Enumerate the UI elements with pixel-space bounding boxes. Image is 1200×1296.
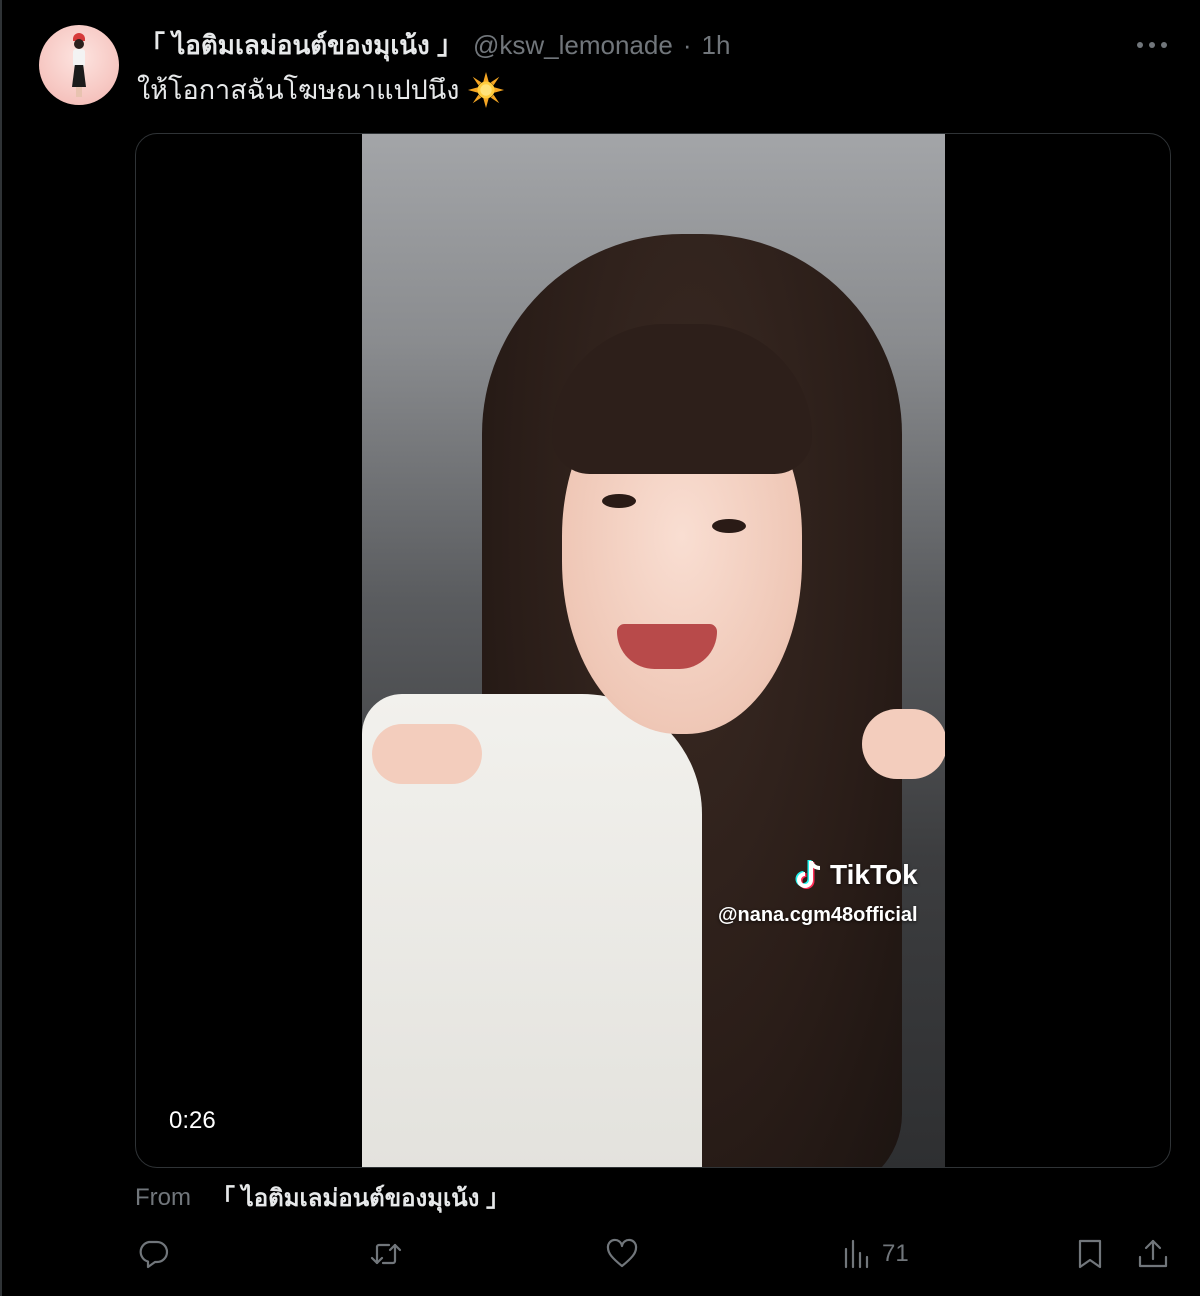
share-icon: [1138, 1239, 1168, 1268]
video-subject-eye: [712, 519, 746, 533]
bookmark-icon: [1078, 1239, 1102, 1269]
from-label: From: [135, 1183, 191, 1211]
tweet-timestamp[interactable]: 1h: [701, 30, 730, 61]
share-button[interactable]: [1136, 1234, 1170, 1274]
retweet-button[interactable]: [369, 1234, 403, 1274]
video-subject-hand: [862, 709, 945, 779]
video-duration: 0:26: [169, 1107, 216, 1134]
header-separator: ·: [682, 29, 692, 60]
sun-emoji-icon: [468, 71, 505, 108]
tiktok-logo-icon: [795, 860, 821, 889]
video-source: From 「 ไอติมเลม่อนต์ของมุเน้ง 」: [135, 1178, 510, 1217]
tiktok-watermark: TikTok: [794, 859, 918, 891]
retweet-icon: [370, 1243, 402, 1265]
author-handle[interactable]: @ksw_lemonade: [473, 30, 673, 61]
tweet-header: 「 ไอติมเลม่อนต์ของมุเน้ง 」 @ksw_lemonade…: [139, 28, 730, 62]
reply-button[interactable]: [136, 1234, 170, 1274]
tiktok-username: @nana.cgm48official: [718, 904, 918, 926]
reply-icon: [139, 1240, 169, 1269]
video-player[interactable]: TikTok @nana.cgm48official 0:26: [135, 133, 1171, 1168]
from-account-link[interactable]: 「 ไอติมเลม่อนต์ของมุเน้ง 」: [211, 1178, 510, 1217]
tweet-text-content: ให้โอกาสฉันโฆษณาแปปนึง: [137, 75, 460, 105]
video-subject-hand: [372, 724, 482, 784]
avatar-head: [74, 39, 84, 49]
views-count: 71: [882, 1240, 909, 1267]
views-button[interactable]: 71: [840, 1234, 909, 1274]
video-frame[interactable]: TikTok @nana.cgm48official: [362, 134, 945, 1167]
like-button[interactable]: [605, 1234, 639, 1274]
avatar-skirt: [72, 65, 86, 87]
author-display-name[interactable]: 「 ไอติมเลม่อนต์ของมุเน้ง 」: [139, 25, 463, 66]
heart-icon: [606, 1238, 638, 1268]
views-chart-icon: [844, 1239, 869, 1269]
tweet-card[interactable]: 「 ไอติมเลม่อนต์ของมุเน้ง 」 @ksw_lemonade…: [0, 0, 1200, 1296]
tweet-text: ให้โอกาสฉันโฆษณาแปปนึง: [137, 68, 505, 111]
author-avatar[interactable]: [39, 25, 119, 105]
tiktok-brand-text: TikTok: [830, 859, 918, 890]
video-subject-eye: [602, 494, 636, 508]
bookmark-button[interactable]: [1073, 1234, 1107, 1274]
more-options-icon[interactable]: [1135, 30, 1169, 60]
avatar-body: [73, 49, 85, 67]
avatar-legs: [76, 87, 82, 97]
